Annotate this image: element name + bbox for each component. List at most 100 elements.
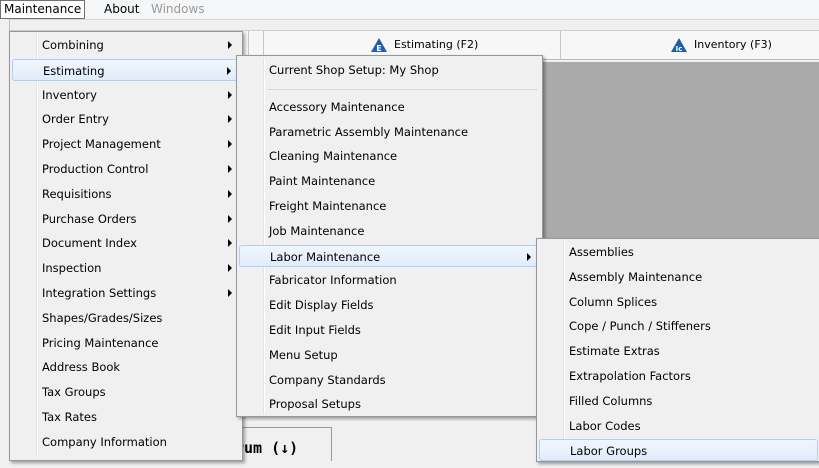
menu-bar: Maintenance About Windows bbox=[0, 0, 819, 20]
maintenance-item-document-index[interactable]: Document Index bbox=[12, 232, 240, 254]
maintenance-item-pricing-maintenance[interactable]: Pricing Maintenance bbox=[12, 332, 240, 354]
estimating-item-edit-input-fields[interactable]: Edit Input Fields bbox=[239, 319, 540, 341]
menu-item-label: Job Maintenance bbox=[269, 223, 365, 238]
menu-item-label: Tax Rates bbox=[42, 410, 97, 424]
menu-item-label: Assemblies bbox=[569, 245, 634, 259]
submenu-arrow-icon bbox=[227, 66, 231, 75]
menu-item-label: Freight Maintenance bbox=[269, 199, 387, 213]
menu-item-label: Address Book bbox=[42, 360, 121, 375]
estimating-item-job-maintenance[interactable]: Job Maintenance bbox=[239, 220, 540, 242]
maintenance-item-tax-groups[interactable]: Tax Groups bbox=[12, 381, 240, 403]
labor-item-assembly-maintenance[interactable]: Assembly Maintenance bbox=[539, 266, 818, 288]
maintenance-item-estimating[interactable]: Estimating bbox=[12, 58, 240, 81]
menu-item-label: Filled Columns bbox=[569, 393, 653, 408]
labor-item-estimate-extras[interactable]: Estimate Extras bbox=[539, 340, 818, 362]
labor-item-cope-punch-stiffeners[interactable]: Cope / Punch / Stiffeners bbox=[539, 315, 818, 337]
menu-item-label: Column Splices bbox=[569, 294, 658, 309]
menu-item-label: Purchase Orders bbox=[42, 211, 137, 226]
menu-windows[interactable]: Windows bbox=[148, 1, 208, 17]
maintenance-item-shapes-grades-sizes[interactable]: Shapes/Grades/Sizes bbox=[12, 307, 240, 329]
maintenance-item-production-control[interactable]: Production Control bbox=[12, 158, 240, 180]
estimating-item-accessory-maintenance[interactable]: Accessory Maintenance bbox=[239, 96, 540, 118]
menu-item-label: Proposal Setups bbox=[269, 397, 361, 412]
menu-maintenance[interactable]: Maintenance bbox=[0, 0, 86, 19]
maintenance-item-order-entry[interactable]: Order Entry bbox=[12, 108, 240, 130]
estimating-item-freight-maintenance[interactable]: Freight Maintenance bbox=[239, 195, 540, 217]
labor-item-column-splices[interactable]: Column Splices bbox=[539, 291, 818, 313]
menu-item-label: Tax Groups bbox=[42, 385, 106, 400]
menu-item-label: Project Management bbox=[42, 137, 161, 152]
submenu-arrow-icon bbox=[228, 289, 232, 297]
menu-item-label: Shapes/Grades/Sizes bbox=[42, 310, 163, 325]
menu-item-label: Edit Input Fields bbox=[269, 323, 361, 337]
labor-item-filled-columns[interactable]: Filled Columns bbox=[539, 390, 818, 412]
menu-item-label: Parametric Assembly Maintenance bbox=[269, 124, 469, 139]
submenu-arrow-icon bbox=[527, 252, 531, 261]
menu-item-label: Pricing Maintenance bbox=[42, 335, 159, 350]
estimating-item-proposal-setups[interactable]: Proposal Setups bbox=[239, 393, 540, 415]
submenu-arrow-icon bbox=[228, 41, 232, 49]
maintenance-item-address-book[interactable]: Address Book bbox=[12, 356, 240, 378]
menu-item-label: Paint Maintenance bbox=[269, 174, 376, 189]
menu-item-label: Combining bbox=[42, 38, 104, 52]
estimating-item-cleaning-maintenance[interactable]: Cleaning Maintenance bbox=[239, 145, 540, 167]
toolbar-separator bbox=[560, 31, 561, 59]
estimating-item-labor-maintenance[interactable]: Labor Maintenance bbox=[239, 244, 540, 267]
inventory-icon: Ic bbox=[671, 38, 687, 53]
maintenance-menu: Combining Estimating Inventory Order Entry P… bbox=[9, 31, 243, 461]
menu-item-label: Inspection bbox=[42, 261, 102, 276]
menu-separator bbox=[267, 88, 538, 90]
menu-item-label: Assembly Maintenance bbox=[569, 269, 703, 284]
submenu-arrow-icon bbox=[228, 239, 232, 248]
estimating-item-menu-setup[interactable]: Menu Setup bbox=[239, 344, 540, 366]
inventory-button[interactable]: Ic Inventory (F3) bbox=[670, 31, 772, 59]
labor-item-labor-groups[interactable]: Labor Groups bbox=[539, 439, 818, 462]
maintenance-item-integration-settings[interactable]: Integration Settings bbox=[12, 282, 240, 304]
menu-item-label: Accessory Maintenance bbox=[269, 99, 405, 114]
maintenance-item-purchase-orders[interactable]: Purchase Orders bbox=[12, 208, 240, 230]
submenu-arrow-icon bbox=[228, 214, 232, 223]
estimating-item-paint-maintenance[interactable]: Paint Maintenance bbox=[239, 170, 540, 192]
submenu-arrow-icon bbox=[228, 115, 232, 124]
submenu-arrow-icon bbox=[228, 140, 232, 149]
estimating-item-current-shop-setup-my-shop[interactable]: Current Shop Setup: My Shop bbox=[239, 59, 540, 81]
menu-item-label: Order Entry bbox=[42, 112, 109, 127]
menu-item-label: Fabricator Information bbox=[269, 273, 397, 288]
labor-item-labor-codes[interactable]: Labor Codes bbox=[539, 415, 818, 437]
menu-item-label: Labor Groups bbox=[570, 444, 648, 459]
svg-text:E: E bbox=[376, 44, 381, 53]
maintenance-item-requisitions[interactable]: Requisitions bbox=[12, 183, 240, 205]
mdi-workspace bbox=[540, 62, 819, 238]
menu-item-label: Integration Settings bbox=[42, 286, 157, 300]
menu-item-label: Labor Maintenance bbox=[270, 249, 381, 264]
menu-item-label: Edit Display Fields bbox=[269, 298, 374, 313]
menu-item-label: Company Standards bbox=[269, 372, 386, 387]
maintenance-item-tax-rates[interactable]: Tax Rates bbox=[12, 406, 240, 428]
menu-item-label: Inventory bbox=[42, 87, 97, 102]
estimating-item-company-standards[interactable]: Company Standards bbox=[239, 369, 540, 391]
estimating-item-edit-display-fields[interactable]: Edit Display Fields bbox=[239, 294, 540, 316]
maintenance-item-inspection[interactable]: Inspection bbox=[12, 257, 240, 279]
menu-item-label: Extrapolation Factors bbox=[569, 369, 691, 383]
menu-item-label: Menu Setup bbox=[269, 347, 338, 362]
estimating-icon: E bbox=[371, 38, 387, 53]
submenu-arrow-icon bbox=[228, 264, 232, 273]
maintenance-item-inventory[interactable]: Inventory bbox=[12, 84, 240, 106]
labor-item-extrapolation-factors[interactable]: Extrapolation Factors bbox=[539, 365, 818, 387]
maintenance-item-company-information[interactable]: Company Information bbox=[12, 431, 240, 453]
maintenance-item-combining[interactable]: Combining bbox=[12, 34, 240, 56]
menu-item-label: Cleaning Maintenance bbox=[269, 149, 398, 164]
estimating-item-parametric-assembly-maintenance[interactable]: Parametric Assembly Maintenance bbox=[239, 121, 540, 143]
estimating-submenu: Current Shop Setup: My Shop Accessory Mai… bbox=[236, 55, 543, 417]
submenu-arrow-icon bbox=[228, 90, 232, 99]
estimating-item-fabricator-information[interactable]: Fabricator Information bbox=[239, 269, 540, 291]
maintenance-item-project-management[interactable]: Project Management bbox=[12, 133, 240, 155]
menu-item-label: Production Control bbox=[42, 162, 149, 176]
menu-item-label: Requisitions bbox=[42, 186, 112, 201]
menu-item-label: Document Index bbox=[42, 236, 137, 251]
menu-item-label: Labor Codes bbox=[569, 418, 641, 433]
labor-item-assemblies[interactable]: Assemblies bbox=[539, 241, 818, 263]
menu-item-label: Estimate Extras bbox=[569, 344, 660, 359]
menu-about[interactable]: About bbox=[101, 1, 142, 17]
labor-maintenance-submenu: Assemblies Assembly Maintenance Column Spl… bbox=[536, 238, 819, 462]
